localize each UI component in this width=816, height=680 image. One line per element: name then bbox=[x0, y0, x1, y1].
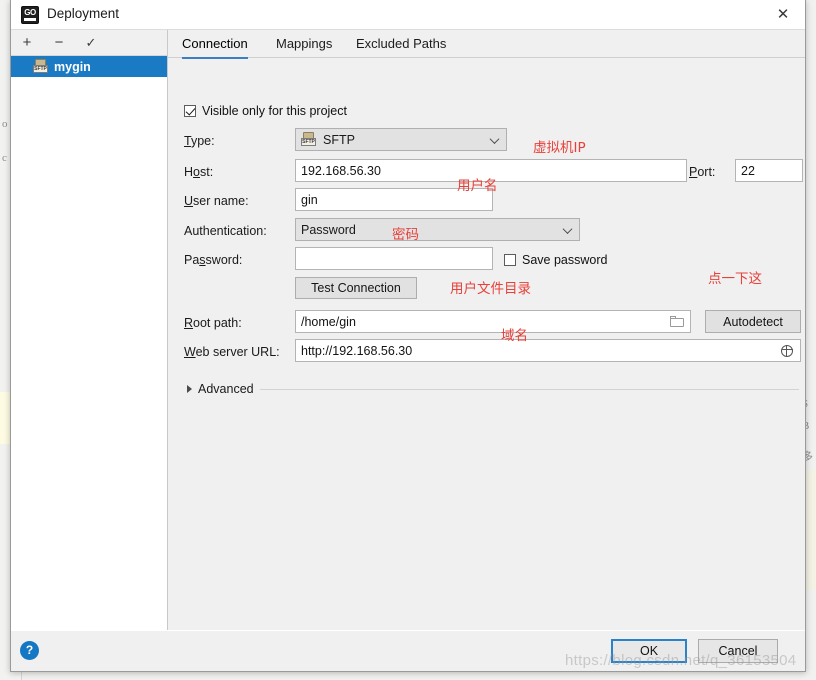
advanced-divider bbox=[259, 388, 799, 390]
annotation-host: 虚拟机IP bbox=[533, 140, 586, 156]
test-connection-button[interactable]: Test Connection bbox=[295, 277, 417, 299]
web-server-url-label: Web server URL: bbox=[184, 345, 280, 359]
host-value: 192.168.56.30 bbox=[301, 163, 381, 178]
close-icon[interactable]: ✕ bbox=[761, 0, 805, 30]
globe-icon[interactable] bbox=[781, 344, 793, 357]
username-label: User name: bbox=[184, 194, 249, 208]
root-path-input[interactable]: /home/gin bbox=[295, 310, 691, 333]
add-server-button[interactable]: + bbox=[17, 33, 37, 53]
remove-server-button[interactable]: − bbox=[49, 33, 69, 53]
authentication-label: Authentication: bbox=[184, 224, 267, 238]
port-input[interactable]: 22 bbox=[735, 159, 803, 182]
watermark: https://blog.csdn.net/q_36153504 bbox=[565, 652, 797, 669]
annotation-root-path: 用户文件目录 bbox=[450, 281, 531, 297]
type-combobox[interactable]: SFTP SFTP bbox=[295, 128, 507, 151]
type-label: Type: bbox=[184, 134, 215, 148]
type-value: SFTP bbox=[323, 132, 355, 147]
visible-only-checkbox-row[interactable]: Visible only for this project bbox=[184, 104, 347, 118]
port-value: 22 bbox=[741, 163, 755, 178]
tab-excluded-paths[interactable]: Excluded Paths bbox=[356, 30, 446, 58]
password-input[interactable] bbox=[295, 247, 493, 270]
background-ghost-left-1: c bbox=[2, 152, 7, 164]
tab-bar: Connection Mappings Excluded Paths bbox=[168, 30, 805, 59]
annotation-username: 用户名 bbox=[457, 178, 498, 194]
chevron-down-icon[interactable] bbox=[489, 133, 500, 144]
save-password-checkbox-row[interactable]: Save password bbox=[504, 253, 607, 267]
host-label: Host: bbox=[184, 165, 214, 179]
server-list-panel: + − ✓ SFTP mygin bbox=[11, 30, 168, 630]
root-path-label: Root path: bbox=[184, 316, 242, 330]
root-path-value: /home/gin bbox=[301, 314, 356, 329]
set-default-button[interactable]: ✓ bbox=[81, 33, 101, 53]
list-item[interactable]: SFTP mygin bbox=[11, 56, 167, 77]
annotation-password: 密码 bbox=[392, 227, 419, 243]
annotation-web-server-url: 域名 bbox=[501, 328, 528, 344]
web-server-url-value: http://192.168.56.30 bbox=[301, 343, 413, 358]
background-highlight-left bbox=[0, 392, 10, 444]
background-ghost-left-0: o bbox=[2, 118, 8, 130]
visible-only-label: Visible only for this project bbox=[202, 104, 347, 118]
goland-icon: GO bbox=[21, 6, 39, 24]
deployment-dialog: GO Deployment ✕ + − ✓ SFTP mygin Connect… bbox=[10, 0, 806, 672]
folder-icon[interactable] bbox=[670, 315, 684, 327]
authentication-combobox[interactable]: Password bbox=[295, 218, 580, 241]
chevron-right-icon bbox=[187, 385, 192, 393]
username-value: gin bbox=[301, 192, 318, 207]
autodetect-button[interactable]: Autodetect bbox=[705, 310, 801, 333]
dialog-titlebar: GO Deployment ✕ bbox=[11, 0, 805, 30]
chevron-down-icon[interactable] bbox=[562, 223, 573, 234]
advanced-section-toggle[interactable]: Advanced bbox=[187, 382, 799, 396]
checkbox-icon[interactable] bbox=[184, 105, 196, 117]
web-server-url-input[interactable]: http://192.168.56.30 bbox=[295, 339, 801, 362]
server-list-toolbar: + − ✓ bbox=[11, 30, 167, 56]
help-icon[interactable]: ? bbox=[20, 641, 39, 660]
connection-content: Connection Mappings Excluded Paths Visib… bbox=[168, 30, 805, 630]
sftp-type-icon: SFTP bbox=[301, 132, 317, 147]
list-item-label: mygin bbox=[54, 59, 91, 74]
dialog-title: Deployment bbox=[47, 6, 120, 21]
sftp-server-icon: SFTP bbox=[33, 59, 49, 74]
screen-root: o c S B 多 GO Deployment ✕ + − ✓ SFTP myg… bbox=[0, 0, 816, 680]
checkbox-icon[interactable] bbox=[504, 254, 516, 266]
annotation-autodetect: 点一下这 bbox=[708, 271, 762, 287]
authentication-value: Password bbox=[301, 222, 356, 237]
tab-mappings[interactable]: Mappings bbox=[276, 30, 332, 58]
port-label: Port: bbox=[689, 165, 716, 179]
save-password-label: Save password bbox=[522, 253, 608, 267]
password-label: Password: bbox=[184, 253, 243, 267]
advanced-label: Advanced bbox=[198, 382, 254, 396]
tab-connection[interactable]: Connection bbox=[182, 30, 248, 59]
